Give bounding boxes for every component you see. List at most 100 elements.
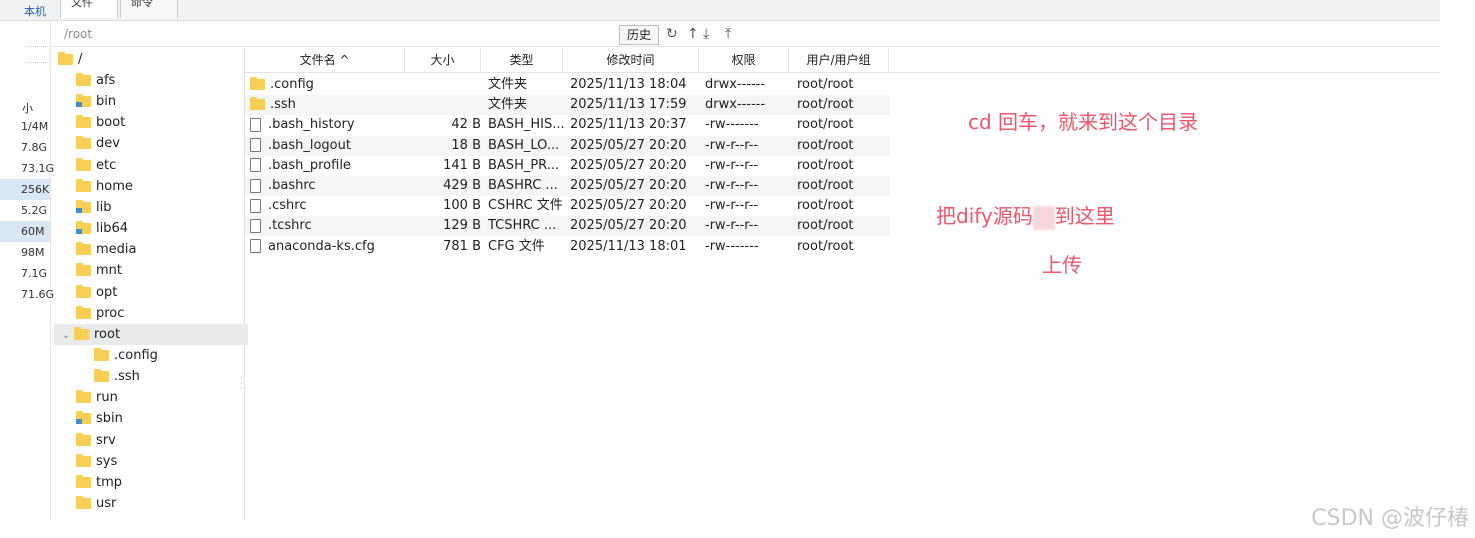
file-owner-cell: root/root bbox=[797, 238, 854, 254]
folder-icon bbox=[76, 178, 91, 192]
folder-icon bbox=[250, 77, 265, 90]
chevron-down-icon[interactable]: ⌄ bbox=[62, 325, 74, 346]
tree-item-label: / bbox=[78, 52, 83, 67]
file-mtime-cell: 2025/11/13 20:37 bbox=[570, 117, 687, 133]
folder-icon bbox=[76, 73, 91, 86]
tree-item-sys[interactable]: sys bbox=[76, 451, 117, 472]
tree-item-proc[interactable]: proc bbox=[76, 303, 124, 324]
file-row[interactable]: .ssh 文件夹 2025/11/13 17:59 drwx------ root/ro… bbox=[245, 95, 890, 116]
tree-item-label: usr bbox=[96, 496, 117, 511]
tree-item-boot[interactable]: boot bbox=[76, 112, 125, 133]
column-header[interactable]: 类型 bbox=[481, 48, 563, 72]
size-item[interactable]: 5.2G bbox=[0, 200, 50, 221]
size-column-label: 小 bbox=[22, 102, 33, 115]
size-item[interactable]: 73.1G bbox=[0, 158, 54, 179]
file-owner-cell: root/root bbox=[797, 137, 854, 153]
file-owner-cell: root/root bbox=[797, 198, 854, 214]
folder-icon bbox=[94, 347, 109, 361]
file-row[interactable]: .bash_profile 141 B BASH_PR... 2025/05/27 2… bbox=[245, 156, 890, 176]
tab-commands[interactable]: 命令 bbox=[120, 0, 178, 18]
file-perm-cell: -rw-r--r-- bbox=[705, 178, 759, 193]
file-row[interactable]: .cshrc 100 B CSHRC 文件 2025/05/27 20:20 -rw-r… bbox=[245, 196, 890, 216]
file-row[interactable]: anaconda-ks.cfg 781 B CFG 文件 2025/11/13 18:… bbox=[245, 237, 890, 257]
file-name-cell: .bash_logout bbox=[250, 136, 400, 156]
tree-item-opt[interactable]: opt bbox=[76, 282, 117, 303]
size-item[interactable]: 256K bbox=[0, 179, 50, 200]
column-header[interactable]: 权限 bbox=[699, 48, 789, 72]
column-header[interactable]: 修改时间 bbox=[563, 48, 699, 72]
tree-item-sbin[interactable]: sbin bbox=[76, 408, 123, 429]
file-name-cell: .cshrc bbox=[250, 196, 400, 216]
file-size-cell bbox=[405, 75, 481, 95]
tree-item-label: tmp bbox=[96, 474, 123, 490]
tree-item-mnt[interactable]: mnt bbox=[76, 260, 122, 281]
tree-item-dev[interactable]: dev bbox=[76, 133, 120, 154]
file-row[interactable]: .bash_history 42 B BASH_HIS... 2025/11/13 2… bbox=[245, 115, 890, 135]
file-name-cell: .config bbox=[250, 75, 400, 95]
file-mtime-cell: 2025/05/27 20:20 bbox=[570, 157, 687, 173]
up-dir-icon[interactable]: ↑ bbox=[687, 26, 699, 42]
file-name-cell: .tcshrc bbox=[250, 216, 400, 236]
tree-item-srv[interactable]: srv bbox=[76, 430, 116, 451]
file-icon bbox=[250, 178, 261, 193]
file-row[interactable]: .config 文件夹 2025/11/13 18:04 drwx------ root… bbox=[245, 75, 890, 95]
file-name: .ssh bbox=[270, 97, 296, 113]
file-row[interactable]: .bashrc 429 B BASHRC ... 2025/05/27 20:20 -r… bbox=[245, 176, 890, 196]
upload-icon[interactable]: ⤒ bbox=[725, 26, 731, 42]
file-icon bbox=[250, 218, 261, 233]
tree-item-etc[interactable]: etc bbox=[76, 155, 116, 176]
tree-root[interactable]: / bbox=[58, 49, 82, 70]
file-size-cell: 42 B bbox=[451, 117, 481, 133]
folder-icon bbox=[76, 496, 91, 509]
size-item[interactable]: 60M bbox=[0, 221, 50, 242]
tab-local[interactable]: 本机 bbox=[24, 3, 46, 19]
file-mtime-cell: 2025/11/13 18:01 bbox=[570, 238, 687, 254]
file-perm-cell: -rw-r--r-- bbox=[705, 198, 759, 214]
tree-item-tmp[interactable]: tmp bbox=[76, 472, 122, 493]
size-item[interactable]: 7.1G bbox=[0, 263, 50, 284]
size-item[interactable]: 71.6G bbox=[0, 284, 54, 305]
tree-item-run[interactable]: run bbox=[76, 387, 118, 408]
refresh-icon[interactable]: ↻ bbox=[666, 26, 678, 42]
folder-link-icon bbox=[76, 199, 91, 213]
tree-item-lib[interactable]: lib bbox=[76, 197, 111, 218]
column-header[interactable]: 用户/用户组 bbox=[789, 48, 889, 72]
folder-icon bbox=[94, 369, 109, 383]
file-owner-cell: root/root bbox=[797, 218, 854, 234]
size-item[interactable]: 7.8G bbox=[0, 137, 50, 158]
file-name: .cshrc bbox=[268, 198, 307, 214]
annotation-text: 把dify源码 bbox=[936, 204, 1033, 228]
file-row[interactable]: .bash_logout 18 B BASH_LO... 2025/05/27 20:… bbox=[245, 135, 890, 156]
history-button[interactable]: 历史 bbox=[619, 25, 660, 45]
file-type-cell: 文件夹 bbox=[488, 97, 528, 113]
folder-link-icon bbox=[76, 94, 91, 108]
file-type-cell: CSHRC 文件 bbox=[488, 198, 563, 214]
column-header[interactable]: 大小 bbox=[405, 48, 481, 72]
tree-item-label: lib bbox=[96, 199, 112, 215]
file-row[interactable]: .tcshrc 129 B TCSHRC ... 2025/05/27 20:20 -r… bbox=[245, 216, 890, 237]
path-input[interactable]: /root bbox=[64, 27, 92, 41]
download-icon[interactable]: ⤓ bbox=[703, 26, 709, 42]
tree-item-lib64[interactable]: lib64 bbox=[76, 218, 128, 239]
file-size-cell: 129 B bbox=[443, 218, 481, 234]
tree-item-afs[interactable]: afs bbox=[76, 70, 115, 91]
splitter-handle[interactable]: · · · bbox=[240, 375, 243, 393]
tree-item-media[interactable]: media bbox=[76, 239, 137, 260]
file-type-cell: BASHRC ... bbox=[488, 178, 558, 193]
folder-icon bbox=[76, 453, 91, 467]
folder-link-icon bbox=[76, 411, 91, 425]
folder-icon bbox=[76, 115, 91, 129]
tree-item-usr[interactable]: usr bbox=[76, 493, 116, 514]
tree-item-bin[interactable]: bin bbox=[76, 91, 116, 112]
tree-item-home[interactable]: home bbox=[76, 176, 133, 197]
file-name: .tcshrc bbox=[268, 218, 312, 234]
size-item[interactable]: 98M bbox=[0, 242, 50, 263]
size-item[interactable]: 1/4M bbox=[0, 116, 50, 137]
column-header[interactable]: 文件名 ^ bbox=[245, 48, 405, 72]
tree-item-ssh[interactable]: .ssh bbox=[94, 366, 140, 387]
file-name-cell: .ssh bbox=[250, 95, 400, 115]
tree-item-config[interactable]: .config bbox=[94, 345, 158, 366]
tab-files[interactable]: 文件 bbox=[60, 0, 118, 18]
tree-item-root[interactable]: ⌄ root bbox=[54, 323, 248, 346]
tree-item-label: .ssh bbox=[114, 369, 140, 385]
